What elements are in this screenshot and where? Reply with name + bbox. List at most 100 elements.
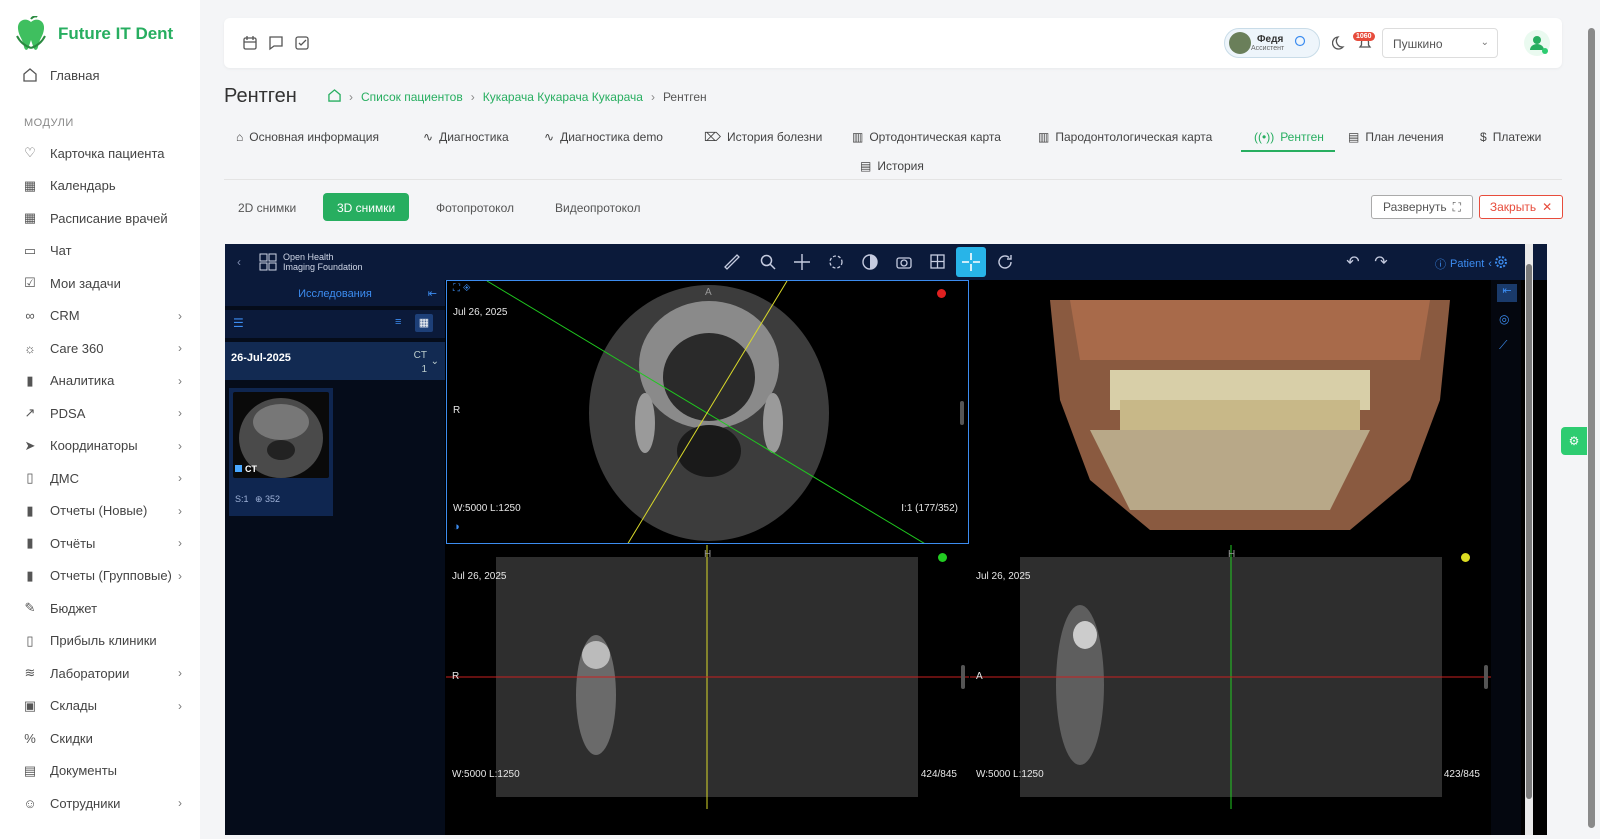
page-scroll-thumb[interactable] bbox=[1588, 28, 1595, 828]
chat-icon[interactable] bbox=[268, 35, 284, 51]
reset-icon[interactable] bbox=[995, 252, 1015, 272]
breadcrumb-link-patient[interactable]: Кукарача Кукарача Кукарача bbox=[483, 90, 643, 104]
study-item[interactable]: 26-Jul-2025 CT 1 ⌄ bbox=[225, 342, 445, 380]
settings-fab[interactable]: ⚙ bbox=[1561, 427, 1587, 455]
tab-periodontal-chart[interactable]: ▥ Пародонтологическая карта bbox=[1038, 130, 1212, 144]
sidebar-item[interactable]: ▮ Аналитика › bbox=[22, 369, 192, 393]
moon-icon[interactable] bbox=[1331, 35, 1348, 51]
sidebar-item[interactable]: ▦ Расписание врачей bbox=[22, 206, 192, 230]
tab-history[interactable]: ▤ История bbox=[860, 159, 924, 173]
sidebar-item[interactable]: ▤ Документы bbox=[22, 759, 192, 783]
chevron-right-icon: › bbox=[178, 341, 182, 355]
expand-button[interactable]: Развернуть ⛶ bbox=[1371, 195, 1473, 219]
viewport-axial[interactable]: ⛶ ◈ Jul 26, 2025 R A W:5000 L:1250 I:1 (… bbox=[446, 280, 969, 544]
sidebar-item[interactable]: ☑ Мои задачи bbox=[22, 271, 192, 295]
sidebar-item[interactable]: ▭ Чат bbox=[22, 239, 192, 263]
sidebar-item[interactable]: ∞ CRM › bbox=[22, 304, 192, 328]
app-logo[interactable]: Future IT Dent bbox=[14, 15, 173, 52]
trend-icon: ↗ bbox=[24, 405, 36, 420]
sidebar-item-label: Бюджет bbox=[50, 600, 98, 616]
sidebar-item[interactable]: ↗ PDSA › bbox=[22, 401, 192, 425]
axial-ct-image bbox=[486, 281, 925, 543]
viewport-scrollbar[interactable] bbox=[961, 665, 965, 689]
list-view-icon[interactable]: ≡ bbox=[395, 316, 401, 328]
undo-icon[interactable]: ↶ bbox=[1343, 252, 1363, 272]
viewport-scrollbar[interactable] bbox=[960, 401, 964, 425]
subtab-3d[interactable]: 3D снимки bbox=[323, 193, 410, 221]
sidebar-item[interactable]: ♡ Карточка пациента bbox=[22, 141, 192, 165]
sidebar-item[interactable]: ▯ Прибыль клиники bbox=[22, 629, 192, 653]
clipboard-icon: ▯ bbox=[26, 632, 34, 648]
radio-icon: ((•)) bbox=[1254, 130, 1275, 144]
pan-icon[interactable] bbox=[792, 252, 812, 272]
rotate-3d-icon[interactable] bbox=[826, 252, 846, 272]
patient-info-button[interactable]: ⓘ Patient ‹ bbox=[1435, 256, 1492, 272]
sidebar-item[interactable]: % Скидки bbox=[22, 726, 192, 750]
tasks-icon[interactable] bbox=[294, 35, 310, 51]
subtab-photo[interactable]: Фотопротокол bbox=[422, 193, 528, 221]
tab-xray[interactable]: ((•)) Рентген bbox=[1254, 130, 1324, 144]
studies-header[interactable]: Исследования ⇤ bbox=[225, 280, 445, 306]
tab-orthodontic-chart[interactable]: ▥ Ортодонтическая карта bbox=[852, 130, 1001, 144]
viewport-coronal[interactable]: Jul 26, 2025 R H W:5000 L:1250 424/845 bbox=[446, 545, 969, 809]
subtab-2d[interactable]: 2D снимки bbox=[224, 193, 310, 221]
location-select[interactable]: Пушкино ⌄ bbox=[1382, 28, 1498, 58]
series-thumbnail[interactable]: CT S:1 ⊕ 352 bbox=[229, 388, 333, 516]
gear-icon[interactable] bbox=[1491, 252, 1511, 272]
tab-treatment-plan[interactable]: ▤ План лечения bbox=[1348, 130, 1444, 144]
profile-icon[interactable] bbox=[1524, 30, 1550, 56]
user-chip[interactable]: Федя Ассистент bbox=[1224, 28, 1320, 58]
sidebar-item[interactable]: ▯ ДМС › bbox=[22, 466, 192, 490]
breadcrumb-link-patients[interactable]: Список пациентов bbox=[361, 90, 463, 104]
sidebar-item[interactable]: ≋ Лаборатории › bbox=[22, 661, 192, 685]
sidebar-item-home[interactable]: Главная bbox=[22, 63, 192, 87]
layers-icon: ≋ bbox=[24, 665, 36, 680]
tab-diagnostics[interactable]: ∿ Диагностика bbox=[423, 130, 509, 144]
sidebar-item[interactable]: ▣ Склады › bbox=[22, 694, 192, 718]
zoom-icon[interactable] bbox=[758, 252, 778, 272]
grid-view-icon[interactable]: ▦ bbox=[415, 314, 433, 332]
sidebar-item[interactable]: ☺ Сотрудники › bbox=[22, 791, 192, 815]
camera-icon[interactable] bbox=[894, 252, 914, 272]
chevron-left-icon[interactable]: ‹ bbox=[237, 255, 241, 269]
viewer-scrollbar[interactable] bbox=[1525, 244, 1533, 835]
contrast-icon[interactable] bbox=[860, 252, 880, 272]
crosshairs-icon[interactable] bbox=[956, 247, 986, 277]
home-icon[interactable] bbox=[328, 89, 341, 105]
viewport-sagittal[interactable]: Jul 26, 2025 A H W:5000 L:1250 423/845 bbox=[970, 545, 1492, 809]
send-icon: ➤ bbox=[24, 437, 36, 453]
calendar-icon[interactable] bbox=[242, 35, 258, 51]
page-scrollbar[interactable] bbox=[1588, 28, 1596, 834]
viewport-3d[interactable] bbox=[970, 280, 1492, 544]
sidebar-item[interactable]: ☼ Care 360 › bbox=[22, 336, 192, 360]
segmentation-icon[interactable]: ◎ bbox=[1499, 312, 1509, 326]
annotation-layer-icon[interactable]: ⛶ ◈ bbox=[453, 283, 471, 294]
contrast-icon[interactable]: ◑ bbox=[453, 521, 460, 533]
sagittal-window-level: W:5000 L:1250 bbox=[976, 769, 1044, 780]
sidebar-item[interactable]: ▦ Календарь bbox=[22, 174, 192, 198]
sidebar-item[interactable]: ➤ Координаторы › bbox=[22, 434, 192, 458]
redo-icon[interactable]: ↷ bbox=[1371, 252, 1391, 272]
filter-icon[interactable]: ☰ bbox=[233, 316, 244, 330]
folder-icon: ▣ bbox=[23, 697, 37, 713]
tab-diagnostics-demo[interactable]: ∿ Диагностика demo bbox=[544, 130, 663, 144]
sidebar-item[interactable]: ▮ Отчеты (Групповые) › bbox=[22, 564, 192, 588]
sidebar-item[interactable]: ▮ Отчёты › bbox=[22, 531, 192, 555]
percent-icon: % bbox=[24, 730, 36, 746]
tab-payments[interactable]: $ Платежи bbox=[1480, 130, 1541, 144]
ruler-icon[interactable] bbox=[722, 252, 742, 272]
subtab-video[interactable]: Видеопротокол bbox=[541, 193, 654, 221]
measure-icon[interactable]: ⟋ bbox=[1499, 338, 1507, 353]
close-button[interactable]: Закрыть ✕ bbox=[1479, 195, 1563, 219]
collapse-panel-icon[interactable]: ⇤ bbox=[428, 287, 437, 300]
tab-main-info[interactable]: ⌂ Основная информация bbox=[236, 130, 379, 144]
viewer-scroll-thumb[interactable] bbox=[1526, 264, 1532, 799]
sidebar-item-label: Отчеты (Новые) bbox=[50, 503, 148, 518]
sidebar-item[interactable]: ▮ Отчеты (Новые) › bbox=[22, 499, 192, 523]
viewport-scrollbar[interactable] bbox=[1484, 665, 1488, 689]
sidebar-item[interactable]: ✎ Бюджет bbox=[22, 596, 192, 620]
expand-panel-icon[interactable]: ⇤ bbox=[1497, 284, 1517, 302]
3d-volume-render bbox=[1050, 300, 1450, 530]
layout-icon[interactable] bbox=[928, 252, 948, 272]
tab-medical-history[interactable]: ⌦ История болезни bbox=[704, 130, 822, 144]
